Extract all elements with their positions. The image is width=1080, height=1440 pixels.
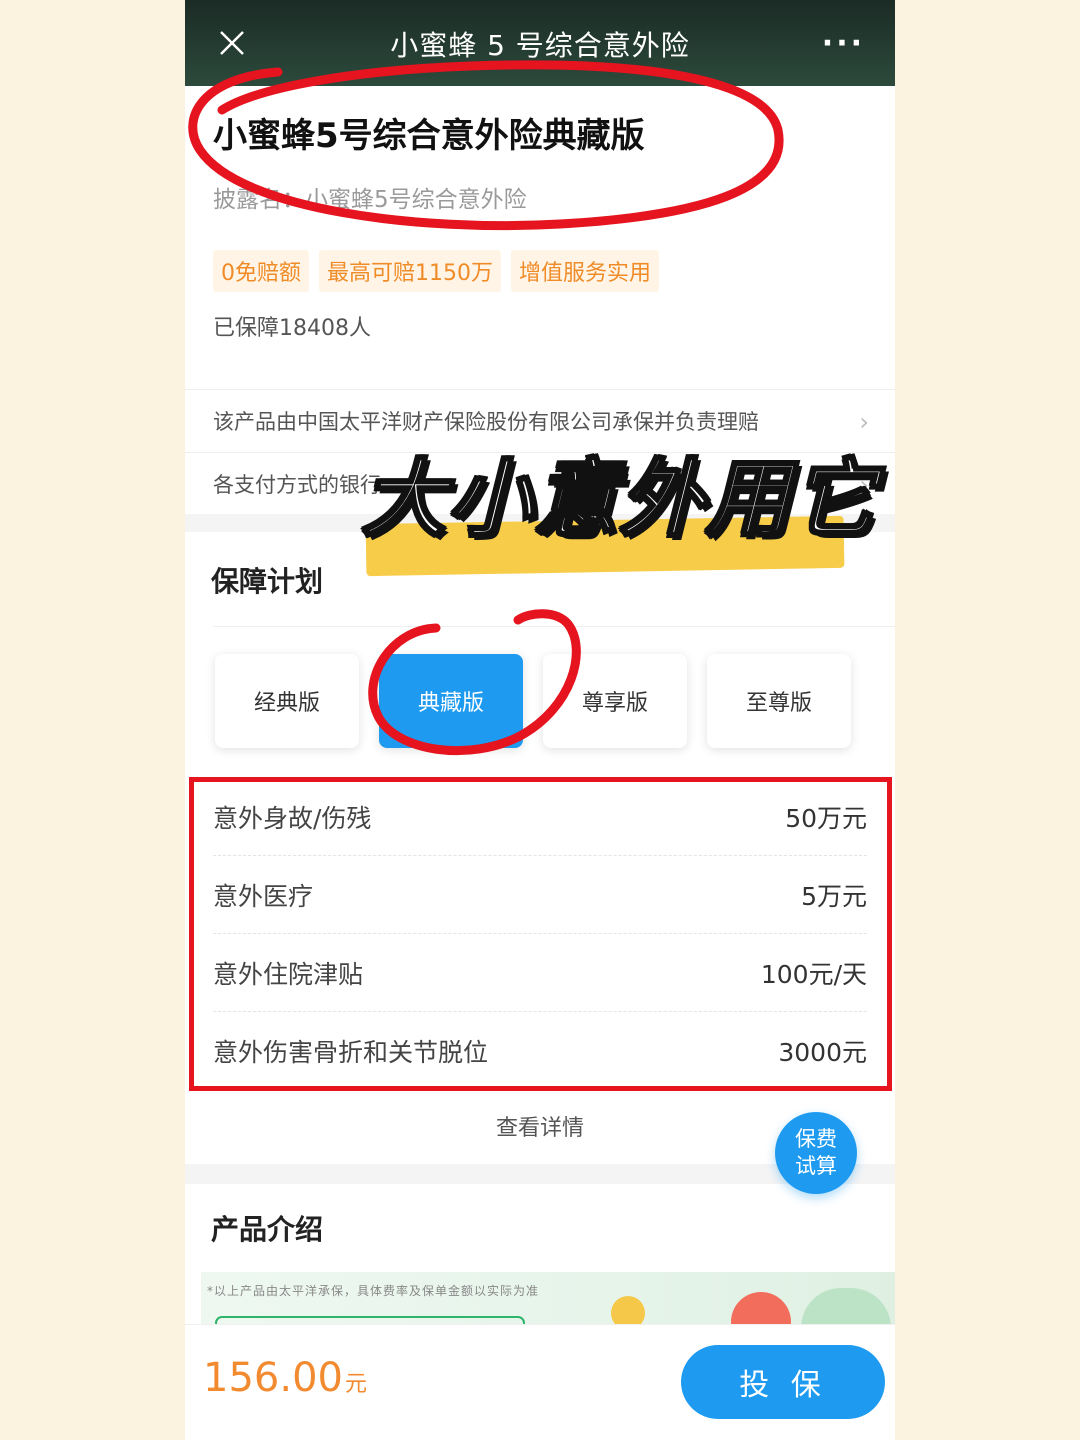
banner-pill — [215, 1316, 525, 1324]
coverage-amount: 5万元 — [801, 881, 867, 911]
chevron-right-icon: › — [859, 471, 869, 499]
product-title: 小蜜蜂5号综合意外险典藏版 — [213, 116, 645, 156]
feature-tags: 0免赔额 最高可赔1150万 增值服务实用 — [213, 250, 660, 292]
underwriter-link[interactable]: 该产品由中国太平洋财产保险股份有限公司承保并负责理赔 › — [185, 389, 895, 451]
price: 156.00元 — [203, 1355, 367, 1401]
feature-tag: 增值服务实用 — [511, 250, 660, 292]
bottom-action-bar: 156.00元 投 保 — [185, 1324, 895, 1440]
coverage-name: 意外身故/伤残 — [213, 803, 372, 833]
coverage-name: 意外医疗 — [213, 881, 314, 911]
shield-icon — [611, 1296, 645, 1324]
coverage-row: 意外身故/伤残 50万元 — [213, 778, 867, 856]
plan-tab-collector[interactable]: 典藏版 — [379, 654, 523, 748]
coverage-name: 意外住院津贴 — [213, 959, 364, 989]
divider — [213, 626, 895, 627]
section-separator — [185, 514, 895, 532]
plan-section-title: 保障计划 — [211, 565, 324, 598]
premium-calculator-button[interactable]: 保费 试算 — [775, 1112, 857, 1194]
price-amount: 156.00 — [203, 1355, 343, 1401]
insured-count: 已保障18408人 — [213, 316, 371, 341]
plan-selector: 经典版 典藏版 尊享版 至尊版 — [215, 654, 851, 748]
coverage-row: 意外住院津贴 100元/天 — [213, 934, 867, 1012]
price-unit: 元 — [344, 1372, 367, 1397]
calc-label-line2: 试算 — [795, 1154, 837, 1178]
calc-label-line1: 保费 — [795, 1127, 837, 1151]
coverage-row: 意外医疗 5万元 — [213, 856, 867, 934]
payment-methods-text: 各支付方式的银行 — [213, 472, 381, 497]
coverage-name: 意外伤害骨折和关节脱位 — [213, 1038, 489, 1067]
coverage-row: 意外伤害骨折和关节脱位 3000元 — [213, 1012, 867, 1090]
coverage-amount: 50万元 — [785, 803, 867, 833]
disclosure-name: 披露名：小蜜蜂5号综合意外险 — [213, 187, 527, 213]
payment-methods-link[interactable]: 各支付方式的银行 › — [185, 452, 895, 514]
feature-tag: 0免赔额 — [213, 250, 309, 292]
top-nav-bar: 小蜜蜂 5 号综合意外险 ··· — [185, 0, 895, 86]
coverage-amount: 100元/天 — [760, 959, 867, 989]
hill-illustration — [801, 1288, 891, 1324]
intro-section-title: 产品介绍 — [211, 1213, 324, 1246]
coverage-list: 意外身故/伤残 50万元 意外医疗 5万元 意外住院津贴 100元/天 意外伤害… — [185, 778, 895, 1090]
chevron-right-icon: › — [859, 408, 869, 436]
bee-illustration — [731, 1292, 791, 1324]
nav-title: 小蜜蜂 5 号综合意外险 — [390, 29, 690, 62]
plan-tab-classic[interactable]: 经典版 — [215, 654, 359, 748]
more-options-icon[interactable]: ··· — [822, 26, 865, 61]
underwriter-text: 该产品由中国太平洋财产保险股份有限公司承保并负责理赔 — [213, 409, 759, 434]
feature-tag: 最高可赔1150万 — [319, 250, 501, 292]
close-icon[interactable] — [217, 26, 247, 60]
product-intro-banner: *以上产品由太平洋承保，具体费率及保单金额以实际为准 — [201, 1272, 895, 1324]
buy-button[interactable]: 投 保 — [681, 1345, 885, 1419]
plan-tab-supreme[interactable]: 至尊版 — [707, 654, 851, 748]
coverage-amount: 3000元 — [778, 1038, 867, 1067]
phone-screen: 小蜜蜂 5 号综合意外险 ··· 小蜜蜂5号综合意外险典藏版 披露名：小蜜蜂5号… — [185, 0, 895, 1440]
banner-disclaimer: *以上产品由太平洋承保，具体费率及保单金额以实际为准 — [207, 1284, 540, 1298]
plan-tab-premium[interactable]: 尊享版 — [543, 654, 687, 748]
